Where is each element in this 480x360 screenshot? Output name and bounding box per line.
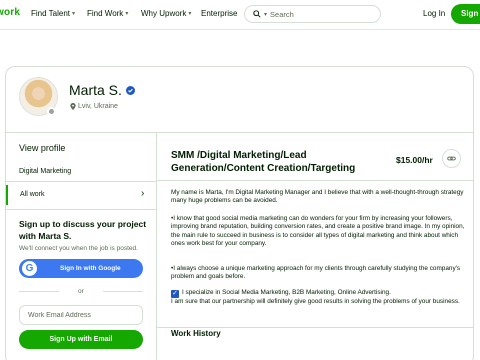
nav-find-work[interactable]: Find Work ▾ (87, 9, 128, 18)
search-box[interactable]: ▾ (244, 5, 381, 23)
profile-item-all-work[interactable]: All work › (6, 185, 156, 205)
description-paragraph: •I always choose a unique marketing appr… (171, 265, 461, 281)
status-dot (47, 107, 56, 116)
chevron-down-icon: ▾ (125, 11, 129, 17)
profile-item-digital-marketing[interactable]: Digital Marketing (19, 168, 71, 175)
work-history-heading: Work History (171, 329, 221, 338)
divider (6, 209, 156, 210)
profile-location-text: Lviv, Ukraine (78, 103, 118, 110)
chevron-down-icon: ▾ (72, 11, 76, 17)
google-signin-label: Sign In with Google (60, 265, 121, 272)
checkbox-icon: ✓ (171, 290, 179, 298)
chevron-down-icon[interactable]: ▾ (264, 11, 267, 18)
specialize-line: I specialize in Social Media Marketing, … (182, 289, 391, 296)
left-column: View profile Digital Marketing All work … (6, 133, 157, 360)
verified-icon (125, 85, 135, 95)
search-icon (253, 5, 261, 23)
profile-name-text: Marta S. (69, 82, 122, 98)
link-icon (447, 156, 456, 161)
chevron-down-icon: ▾ (188, 11, 192, 17)
view-profile-heading: View profile (19, 143, 66, 153)
or-separator: or (78, 288, 84, 295)
location-pin-icon (70, 103, 76, 110)
nav-why-upwork[interactable]: Why Upwork ▾ (141, 9, 191, 18)
signup-email-button[interactable]: Sign Up with Email (19, 330, 143, 349)
top-nav: work Find Talent ▾ Find Work ▾ Why Upwor… (0, 0, 480, 30)
signup-button[interactable]: Sign (451, 4, 480, 24)
upwork-logo[interactable]: work (0, 7, 20, 18)
closing-line: I am sure that our partnership will defi… (171, 298, 460, 305)
divider (103, 291, 143, 292)
all-work-label: All work (20, 191, 45, 198)
google-signin-button[interactable]: G Sign In with Google (19, 259, 143, 278)
signup-cta-subtitle: We'll connect you when the job is posted… (19, 245, 138, 252)
profile-location: Lviv, Ukraine (70, 103, 118, 110)
login-link[interactable]: Log In (423, 9, 445, 18)
profile-header: Marta S. Lviv, Ukraine (6, 67, 473, 133)
nav-enterprise-label: Enterprise (201, 9, 238, 18)
profile-name: Marta S. (69, 82, 135, 98)
divider (157, 327, 473, 328)
divider (6, 181, 156, 182)
divider (19, 291, 59, 292)
description-paragraph: My name is Marta, I'm Digital Marketing … (171, 189, 464, 205)
job-title: SMM /Digital Marketing/Lead Generation/C… (171, 150, 356, 174)
nav-find-work-label: Find Work (87, 9, 124, 18)
divider (157, 180, 473, 181)
work-email-input[interactable] (19, 305, 143, 325)
nav-find-talent[interactable]: Find Talent ▾ (31, 9, 75, 18)
signup-cta-title: Sign up to discuss your project with Mar… (19, 219, 147, 241)
hourly-rate: $15.00/hr (396, 155, 433, 165)
nav-enterprise[interactable]: Enterprise (201, 9, 237, 18)
profile-card: Marta S. Lviv, Ukraine View profile Digi… (5, 66, 474, 360)
nav-find-talent-label: Find Talent (31, 9, 70, 18)
google-icon: G (22, 261, 37, 276)
chevron-right-icon: › (141, 188, 145, 199)
copy-link-button[interactable] (442, 149, 461, 168)
description-paragraph: •I know that good social media marketing… (171, 215, 465, 247)
search-input[interactable] (270, 9, 371, 19)
specialization-text: ✓ I specialize in Social Media Marketing,… (171, 289, 471, 306)
nav-why-upwork-label: Why Upwork (141, 9, 187, 18)
job-panel: SMM /Digital Marketing/Lead Generation/C… (157, 133, 473, 360)
